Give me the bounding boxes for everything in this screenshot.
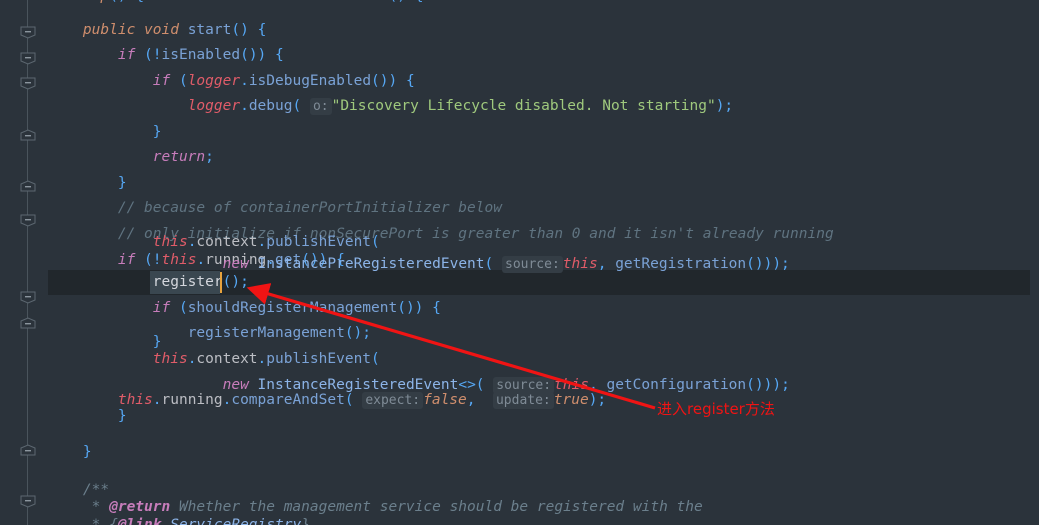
fold-marker-if-should-register[interactable] xyxy=(20,291,36,304)
fold-marker-end-if-should-register[interactable] xyxy=(20,317,36,330)
fold-marker-end-if-debug[interactable] xyxy=(20,129,36,142)
fold-marker-if-debug[interactable] xyxy=(20,77,36,90)
annotation-label: 进入register方法 xyxy=(657,400,775,418)
text-caret xyxy=(220,272,222,293)
fold-marker-javadoc[interactable] xyxy=(20,495,36,508)
editor-gutter[interactable] xyxy=(0,0,48,525)
fold-marker-end-if-enabled[interactable] xyxy=(20,180,36,193)
param-hint-source-1: source: xyxy=(502,256,563,273)
fold-marker-method-start[interactable] xyxy=(20,26,36,39)
fold-marker-end-method[interactable] xyxy=(20,444,36,457)
code-text-layer-precise[interactable]: this.context.publishEvent( new InstanceP… xyxy=(0,0,1039,525)
fold-marker-if-enabled[interactable] xyxy=(20,52,36,65)
fold-marker-if-running[interactable] xyxy=(20,214,36,227)
code-line-new-pre-registered-event[interactable]: new InstancePreRegisteredEvent( source: t… xyxy=(48,252,790,278)
code-editor[interactable]: p() { () { public void start() { if (!is… xyxy=(0,0,1039,525)
